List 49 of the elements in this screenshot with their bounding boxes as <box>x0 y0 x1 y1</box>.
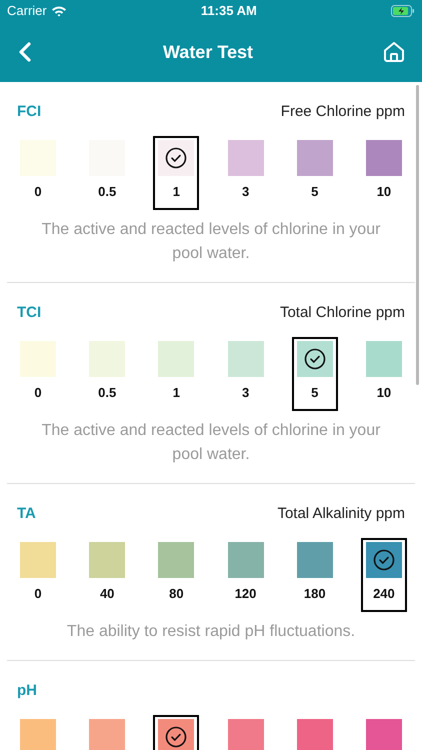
value-label: 40 <box>100 586 114 602</box>
color-option[interactable]: 40 <box>84 538 130 612</box>
color-option[interactable]: 0.5 <box>84 337 130 411</box>
test-title: Total Chlorine ppm <box>280 302 405 323</box>
value-label: 0 <box>34 385 42 401</box>
carrier-label: Carrier <box>7 2 47 20</box>
color-option[interactable]: 5 <box>292 136 338 210</box>
value-label: 0 <box>34 586 42 602</box>
color-option[interactable]: 180 <box>292 538 338 612</box>
value-label: 1 <box>172 385 180 401</box>
value-label: 180 <box>304 586 326 602</box>
test-title: Total Alkalinity ppm <box>277 504 405 524</box>
color-option[interactable]: 3 <box>222 136 269 210</box>
color-option[interactable]: 0 <box>15 538 61 612</box>
test-code: TA <box>17 504 36 524</box>
value-label: 0.5 <box>98 184 116 200</box>
value-label: 10 <box>376 184 392 200</box>
color-option[interactable]: 1 <box>153 136 200 210</box>
value-label: 10 <box>376 385 392 401</box>
color-option[interactable]: 1 <box>153 337 200 411</box>
value-label: 0 <box>34 184 42 200</box>
screen-title: Water Test <box>162 40 254 64</box>
test-title: Free Chlorine ppm <box>280 102 405 122</box>
value-label: 80 <box>169 586 184 602</box>
test-description: The ability to resist rapid pH fluctuations. <box>66 622 356 642</box>
test-description: The active and reacted levels of chlorine in your pool water. <box>40 421 382 465</box>
test-description: The active and reacted levels of chlorine in your pool water. <box>40 220 382 264</box>
color-option[interactable]: 3 <box>222 337 269 411</box>
clock-time: 11:35 AM <box>200 2 257 20</box>
color-option[interactable]: 0 <box>15 337 61 411</box>
color-option[interactable]: 80 <box>153 538 200 612</box>
test-code: FCI <box>17 102 42 122</box>
value-label: 240 <box>373 586 395 602</box>
color-option[interactable]: 5 <box>292 337 338 411</box>
color-option[interactable]: 10 <box>360 337 407 411</box>
color-option[interactable]: 0 <box>15 136 61 210</box>
value-label: 5 <box>311 184 318 200</box>
value-label: 5 <box>311 385 318 401</box>
color-option[interactable]: 120 <box>222 538 269 612</box>
value-label: 0.5 <box>98 385 116 401</box>
value-label: 1 <box>172 184 180 200</box>
value-label: 3 <box>242 184 250 200</box>
color-option[interactable]: 10 <box>360 136 407 210</box>
value-label: 120 <box>234 586 256 602</box>
test-code: pH <box>17 680 37 701</box>
test-code: TCI <box>17 302 42 323</box>
color-option[interactable]: 0.5 <box>84 136 130 210</box>
color-option[interactable]: 240 <box>360 538 407 612</box>
value-label: 3 <box>242 385 250 401</box>
